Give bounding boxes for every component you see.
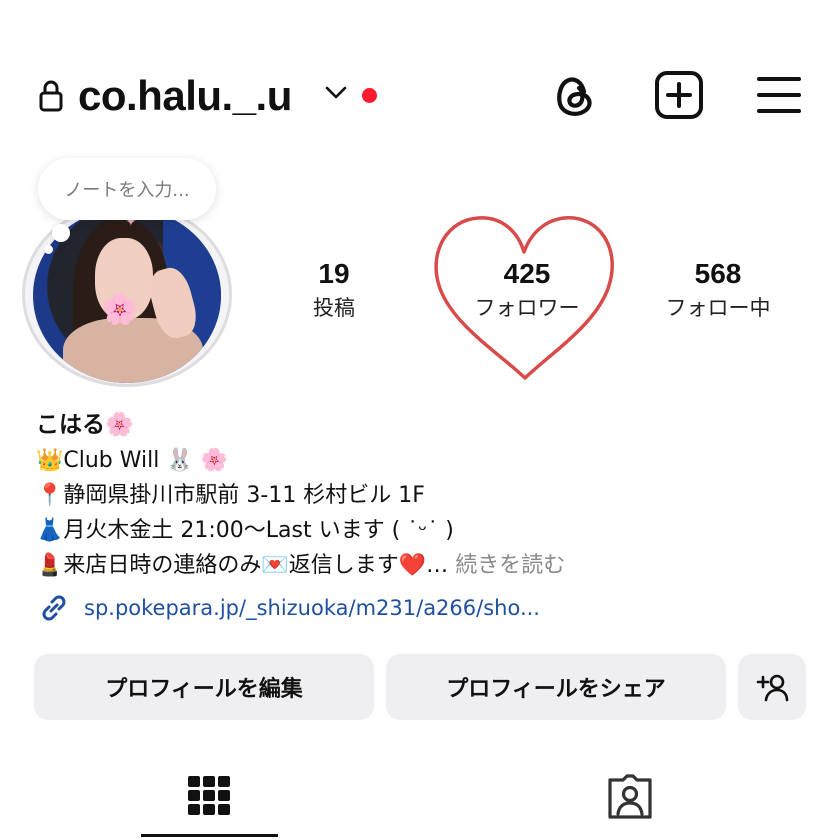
- profile-header: co.halu._.u: [0, 60, 840, 135]
- link-icon: [42, 595, 66, 621]
- active-tab-indicator: [141, 834, 278, 837]
- followers-count: 425: [503, 258, 551, 289]
- tagged-icon[interactable]: [606, 774, 654, 824]
- create-plus-icon[interactable]: [654, 70, 704, 124]
- notification-dot: [362, 88, 377, 103]
- threads-icon[interactable]: [551, 72, 597, 124]
- username[interactable]: co.halu._.u: [78, 72, 292, 120]
- bio-line: 📍静岡県掛川市駅前 3-11 杉村ビル 1F: [36, 483, 425, 508]
- read-more-link[interactable]: 続きを読む: [455, 553, 565, 578]
- following-label: フォロー中: [665, 296, 771, 320]
- stat-following[interactable]: 568 フォロー中: [643, 258, 793, 322]
- bio-line-last: 💄来店日時の連絡のみ💌返信します❤️… 続きを読む: [36, 548, 816, 583]
- lock-icon: [38, 79, 64, 117]
- following-count: 568: [694, 258, 742, 289]
- stat-posts[interactable]: 19 投稿: [259, 258, 409, 322]
- add-person-icon: [756, 674, 789, 702]
- stat-followers[interactable]: 425 フォロワー: [452, 258, 602, 322]
- discover-people-button[interactable]: [738, 654, 806, 720]
- chevron-down-icon[interactable]: [325, 85, 347, 104]
- bio-line: 👑Club Will 🐰 🌸: [36, 448, 229, 473]
- edit-profile-label: プロフィールを編集: [105, 677, 303, 702]
- profile-link[interactable]: sp.pokepara.jp/_shizuoka/m231/a266/sho..…: [36, 590, 540, 626]
- share-profile-button[interactable]: プロフィールをシェア: [386, 654, 726, 720]
- flower-sticker-icon: 🌸: [101, 292, 139, 327]
- share-profile-label: プロフィールをシェア: [446, 677, 666, 702]
- edit-profile-button[interactable]: プロフィールを編集: [34, 654, 374, 720]
- followers-label: フォロワー: [474, 296, 580, 320]
- bio-line: 👗月火木金土 21:00～Last います ( ˙ᵕ˙ ): [36, 518, 454, 543]
- note-placeholder: ノートを入力...: [64, 180, 190, 201]
- note-tail-dot: [44, 245, 53, 254]
- posts-label: 投稿: [313, 296, 355, 320]
- profile-bio: こはる🌸 👑Club Will 🐰 🌸 📍静岡県掛川市駅前 3-11 杉村ビル …: [36, 408, 816, 583]
- note-tail-dot: [52, 224, 70, 242]
- grid-icon[interactable]: [186, 774, 232, 822]
- note-bubble[interactable]: ノートを入力...: [38, 158, 216, 220]
- posts-count: 19: [318, 258, 350, 289]
- bio-line: 💄来店日時の連絡のみ💌返信します❤️…: [36, 553, 449, 578]
- display-name: こはる🌸: [36, 412, 134, 438]
- link-text: sp.pokepara.jp/_shizuoka/m231/a266/sho..…: [84, 596, 540, 620]
- menu-icon[interactable]: [756, 75, 802, 119]
